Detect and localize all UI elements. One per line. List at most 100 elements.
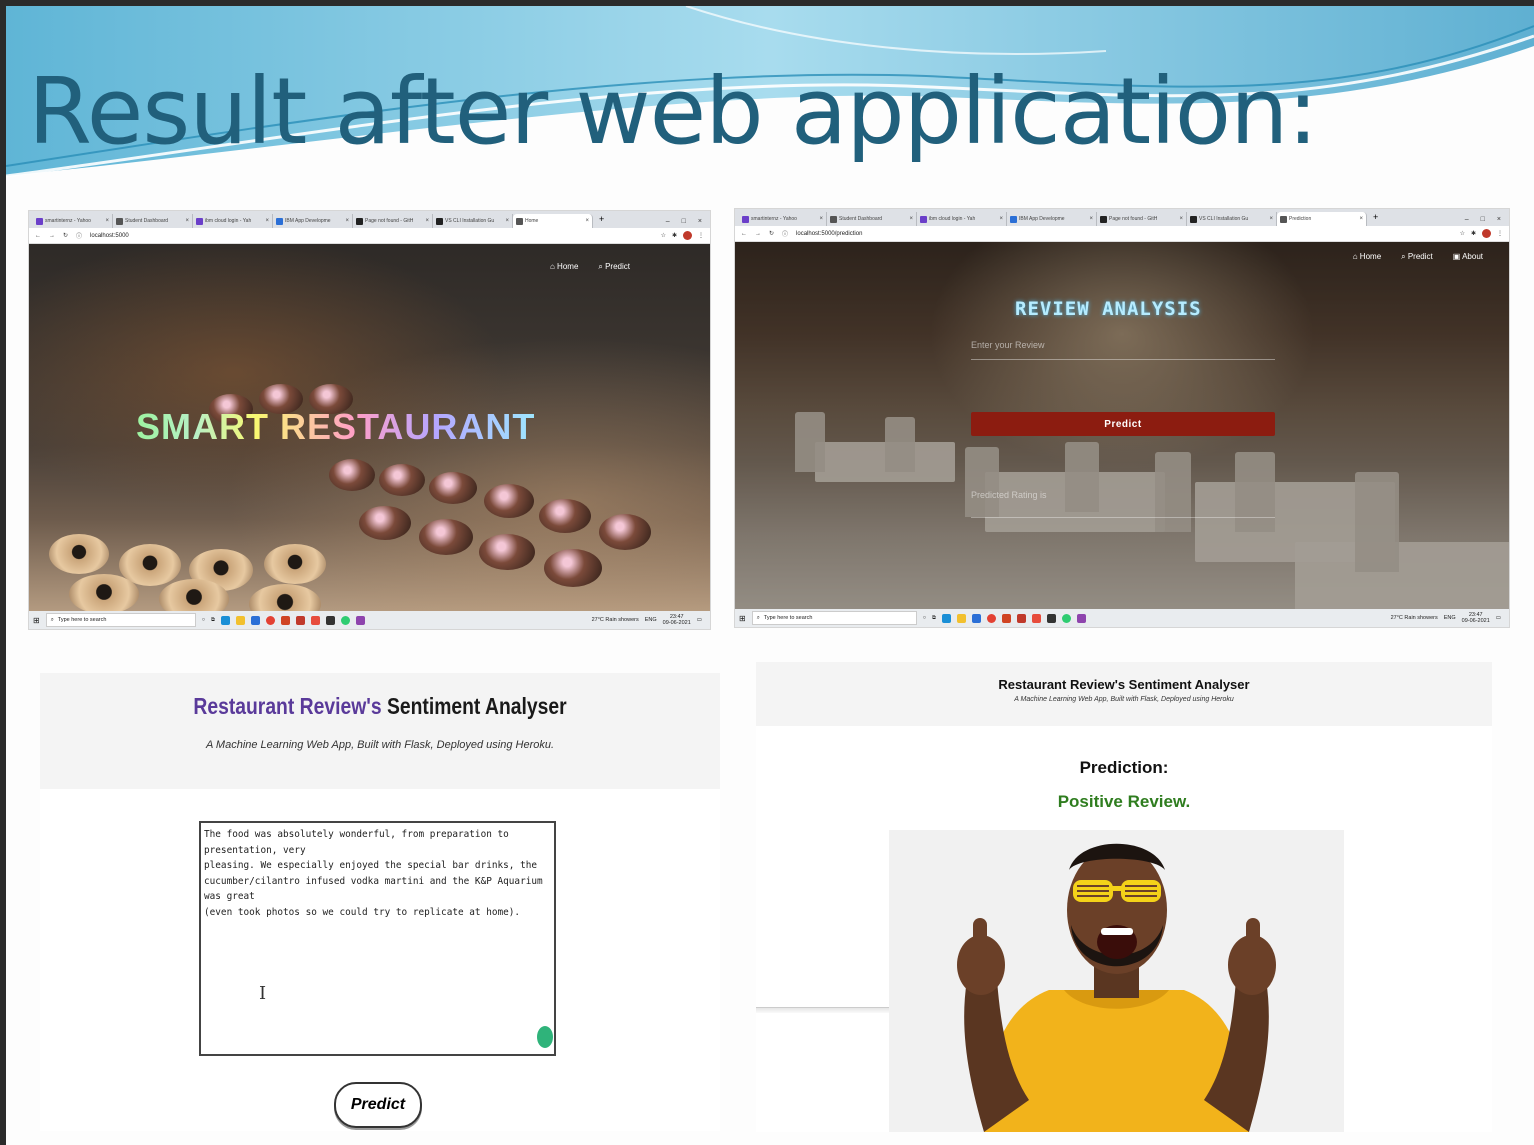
clock[interactable]: 23:47 09-06-2021 [663,614,691,626]
weather-text[interactable]: 27°C Rain showers [1391,615,1438,621]
predict-button[interactable]: Predict [971,412,1275,436]
url-field[interactable]: localhost:5000 [90,233,129,239]
browser-tab[interactable]: smartinternz - Yahoo × [33,214,113,228]
chrome-icon[interactable] [265,615,275,625]
close-tab-icon[interactable]: × [909,216,913,222]
file-explorer-icon[interactable] [235,615,245,625]
close-tab-icon[interactable]: × [265,218,269,224]
task-view-icon[interactable]: ⧉ [932,615,936,622]
app-icon[interactable] [1076,613,1086,623]
browser-tab-active[interactable]: Home × [513,214,593,228]
close-window-icon[interactable]: × [698,218,702,225]
app-icon[interactable] [1061,613,1071,623]
app-icon[interactable] [310,615,320,625]
close-tab-icon[interactable]: × [185,218,189,224]
notification-icon[interactable]: ▭ [697,617,702,623]
browser-tab[interactable]: ibm cloud login - Yah × [917,212,1007,226]
nav-home[interactable]: ⌂ Home [550,262,578,272]
maximize-icon[interactable]: □ [682,218,686,225]
close-tab-icon[interactable]: × [505,218,509,224]
forward-icon[interactable]: → [49,233,55,239]
review-input[interactable]: Enter your Review [971,334,1275,360]
mail-icon[interactable] [250,615,260,625]
lang-text[interactable]: ENG [1444,615,1456,621]
new-tab-icon[interactable]: + [1367,212,1384,226]
app-icon[interactable] [355,615,365,625]
close-tab-icon[interactable]: × [819,216,823,222]
url-field[interactable]: localhost:5000/prediction [796,231,862,237]
analyser-subtitle: A Machine Learning Web App, Built with F… [205,739,555,751]
notification-icon[interactable]: ▭ [1496,615,1501,621]
extensions-icon[interactable]: ✱ [1471,230,1476,237]
file-explorer-icon[interactable] [956,613,966,623]
search-icon: ⌕ [50,616,54,623]
back-icon[interactable]: ← [35,233,41,239]
powerpoint-icon[interactable] [280,615,290,625]
windows-start-icon[interactable]: ⊞ [739,614,746,623]
app-icon[interactable] [1016,613,1026,623]
chrome-icon[interactable] [986,613,996,623]
task-view-icon[interactable]: ⧉ [211,617,215,624]
close-tab-icon[interactable]: × [1179,216,1183,222]
terminal-icon[interactable] [325,615,335,625]
browser-tab-active[interactable]: Prediction × [1277,212,1367,226]
edge-icon[interactable] [220,615,230,625]
close-tab-icon[interactable]: × [1269,216,1273,222]
mail-icon[interactable] [971,613,981,623]
browser-tab[interactable]: smartinternz - Yahoo × [739,212,827,226]
edge-icon[interactable] [941,613,951,623]
browser-tab[interactable]: IBM App Developme × [273,214,353,228]
clock[interactable]: 23:47 09-06-2021 [1462,612,1490,624]
review-textarea[interactable]: The food was absolutely wonderful, from … [199,821,556,1056]
extensions-icon[interactable]: ✱ [672,232,677,239]
close-tab-icon[interactable]: × [999,216,1003,222]
taskbar-search[interactable]: ⌕ Type here to search [751,611,917,625]
close-tab-icon[interactable]: × [585,218,589,224]
star-icon[interactable]: ☆ [1460,230,1465,237]
app-icon[interactable] [1031,613,1041,623]
app-icon[interactable] [295,615,305,625]
maximize-icon[interactable]: □ [1481,216,1485,223]
forward-icon[interactable]: → [755,231,761,237]
close-window-icon[interactable]: × [1497,216,1501,223]
browser-tab[interactable]: ibm cloud login - Yah × [193,214,273,228]
browser-tab[interactable]: Page not found - GitH × [1097,212,1187,226]
weather-text[interactable]: 27°C Rain showers [592,617,639,623]
back-icon[interactable]: ← [741,231,747,237]
menu-icon[interactable]: ⋮ [1497,230,1503,237]
taskbar-search[interactable]: ⌕ Type here to search [45,613,196,627]
windows-start-icon[interactable]: ⊞ [33,616,40,625]
new-tab-icon[interactable]: + [593,214,610,228]
cortana-icon[interactable]: ○ [923,615,926,621]
close-tab-icon[interactable]: × [425,218,429,224]
lang-text[interactable]: ENG [645,617,657,623]
minimize-icon[interactable]: – [666,218,670,225]
close-tab-icon[interactable]: × [1089,216,1093,222]
browser-tab[interactable]: Student Dashboard × [827,212,917,226]
menu-icon[interactable]: ⋮ [698,232,704,239]
browser-tab[interactable]: IBM App Developme × [1007,212,1097,226]
browser-tab[interactable]: VS CLI Installation Gu × [1187,212,1277,226]
reload-icon[interactable]: ↻ [63,232,68,239]
minimize-icon[interactable]: – [1465,216,1469,223]
star-icon[interactable]: ☆ [661,232,666,239]
nav-predict[interactable]: ⌕ Predict [1401,252,1433,262]
avatar[interactable] [683,231,692,240]
terminal-icon[interactable] [1046,613,1056,623]
close-tab-icon[interactable]: × [345,218,349,224]
avatar[interactable] [1482,229,1491,238]
powerpoint-icon[interactable] [1001,613,1011,623]
nav-predict[interactable]: ⌕ Predict [598,262,630,272]
browser-tab[interactable]: VS CLI Installation Gu × [433,214,513,228]
browser-tab[interactable]: Page not found - GitH × [353,214,433,228]
close-tab-icon[interactable]: × [105,218,109,224]
close-tab-icon[interactable]: × [1359,216,1363,222]
reload-icon[interactable]: ↻ [769,230,774,237]
predict-button[interactable]: Predict [334,1082,422,1128]
browser-tab[interactable]: Student Dashboard × [113,214,193,228]
system-tray: 27°C Rain showers ENG 23:47 09-06-2021 ▭ [592,614,710,626]
nav-about[interactable]: ▣ About [1453,252,1483,262]
nav-home[interactable]: ⌂ Home [1353,252,1381,262]
cortana-icon[interactable]: ○ [202,617,205,623]
app-icon[interactable] [340,615,350,625]
